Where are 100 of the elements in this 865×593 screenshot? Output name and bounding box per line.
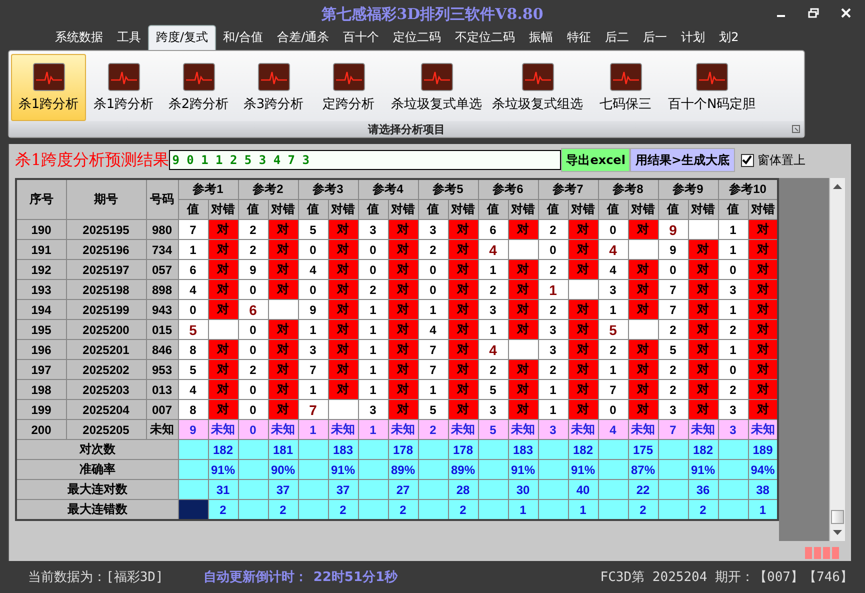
generate-button[interactable]: 用结果>生成大底	[630, 148, 734, 172]
table-cell[interactable]	[178, 480, 208, 500]
table-cell: 2025198	[66, 280, 146, 300]
restore-icon[interactable]	[808, 8, 819, 18]
analysis-button[interactable]: 杀1跨分析	[11, 54, 86, 121]
menu-tab[interactable]: 合差/通杀	[270, 26, 336, 50]
analysis-button[interactable]: 定跨分析	[311, 54, 386, 121]
hit-cell: 对	[628, 300, 658, 320]
hit-cell: 对	[388, 260, 418, 280]
table-cell: 2	[538, 300, 568, 320]
table-cell: 36	[688, 480, 718, 500]
table-cell: 0	[238, 420, 268, 440]
menu-tab[interactable]: 振幅	[522, 26, 560, 50]
menu-tab[interactable]: 后二	[598, 26, 636, 50]
menu-tab[interactable]: 特征	[560, 26, 598, 50]
hit-cell: 对	[328, 380, 358, 400]
table-cell: 1	[358, 380, 388, 400]
table-cell: 178	[448, 440, 478, 460]
table-cell: 2025196	[66, 240, 146, 260]
stay-on-top-checkbox[interactable]: 窗体置上	[740, 152, 806, 168]
table-cell: 1	[598, 300, 628, 320]
row-header: 最大连错数	[16, 500, 178, 520]
table-cell: 181	[268, 440, 298, 460]
table-cell: 91%	[508, 460, 538, 480]
table-cell: 未知	[268, 420, 298, 440]
table-cell: 1	[358, 300, 388, 320]
analysis-button[interactable]: 杀垃圾复式单选	[386, 54, 487, 121]
menu-tab[interactable]: 定位二码	[386, 26, 448, 50]
table-cell: 0	[358, 240, 388, 260]
scroll-thumb[interactable]	[831, 510, 844, 524]
menu-tab[interactable]: 不定位二码	[448, 26, 522, 50]
analysis-button[interactable]: 七码保三	[588, 54, 663, 121]
result-field[interactable]: 9 0 1 1 2 5 3 4 7 3	[169, 150, 562, 170]
table-cell: 0	[718, 260, 748, 280]
table-cell: 2	[538, 220, 568, 240]
heartbeat-icon	[332, 62, 364, 90]
table-cell: 2	[538, 360, 568, 380]
table-cell: 37	[268, 480, 298, 500]
table-cell: 27	[388, 480, 418, 500]
table-cell: 2	[598, 340, 628, 360]
hit-cell: 对	[688, 280, 718, 300]
table-cell: 2025203	[66, 380, 146, 400]
dialog-launcher-icon[interactable]	[792, 125, 800, 133]
hit-cell: 对	[628, 400, 658, 420]
table-cell: 194	[16, 300, 66, 320]
table-cell: 91%	[208, 460, 238, 480]
vertical-scrollbar[interactable]	[829, 178, 845, 541]
scroll-down-icon[interactable]	[833, 530, 842, 535]
hit-cell: 对	[748, 260, 778, 280]
analysis-button[interactable]: 杀2跨分析	[161, 54, 236, 121]
table-cell: 3	[658, 400, 688, 420]
table-cell: 8	[178, 400, 208, 420]
analysis-button[interactable]: 杀1跨分析	[86, 54, 161, 121]
analysis-button[interactable]: 百十个N码定胆	[663, 54, 761, 121]
table-cell: 未知	[448, 420, 478, 440]
table-cell: 3	[718, 420, 748, 440]
table-cell: 89%	[448, 460, 478, 480]
heartbeat-icon	[182, 62, 214, 90]
hit-cell: 对	[568, 360, 598, 380]
analysis-button[interactable]: 杀垃圾复式组选	[487, 54, 588, 121]
table-cell: 2025205	[66, 420, 146, 440]
hit-cell: 对	[628, 380, 658, 400]
table-cell: 2	[208, 500, 238, 520]
table-cell: 3	[478, 400, 508, 420]
table-cell[interactable]	[178, 460, 208, 480]
hit-cell: 对	[388, 320, 418, 340]
hit-cell: 对	[328, 260, 358, 280]
close-icon[interactable]	[841, 8, 851, 18]
hit-cell: 对	[268, 360, 298, 380]
hit-cell: 对	[448, 280, 478, 300]
table-cell: 6	[238, 300, 268, 320]
table-cell: 9	[658, 220, 688, 240]
hit-cell: 对	[268, 240, 298, 260]
menu-tab[interactable]: 划2	[712, 26, 746, 50]
row-header: 最大连对数	[16, 480, 178, 500]
menu-tab[interactable]: 跨度/复式	[148, 25, 216, 50]
table-cell: 2	[418, 420, 448, 440]
menu-tab[interactable]: 百十个	[336, 26, 386, 50]
table-cell: 2	[358, 280, 388, 300]
table-cell: 1	[358, 320, 388, 340]
hit-cell: 对	[748, 400, 778, 420]
table-cell[interactable]	[178, 440, 208, 460]
hit-cell: 对	[568, 220, 598, 240]
menu-tab[interactable]: 和/合值	[216, 26, 270, 50]
menu-tab[interactable]: 后一	[636, 26, 674, 50]
table-cell: 3	[418, 220, 448, 240]
group-header: 参考6	[478, 179, 538, 200]
analysis-button[interactable]: 杀3跨分析	[236, 54, 311, 121]
menu-tab[interactable]: 计划	[674, 26, 712, 50]
table-cell: 182	[568, 440, 598, 460]
focused-cell[interactable]	[178, 500, 208, 520]
table-cell: 5	[298, 220, 328, 240]
export-button[interactable]: 导出excel	[561, 148, 630, 172]
table-cell: 1	[598, 360, 628, 380]
column-header: 对错	[208, 200, 238, 220]
scroll-up-icon[interactable]	[833, 184, 842, 189]
menu-tab[interactable]: 工具	[110, 26, 148, 50]
menu-tab[interactable]: 系统数据	[48, 26, 110, 50]
table-cell: 7	[658, 420, 688, 440]
table-cell: 057	[146, 260, 178, 280]
